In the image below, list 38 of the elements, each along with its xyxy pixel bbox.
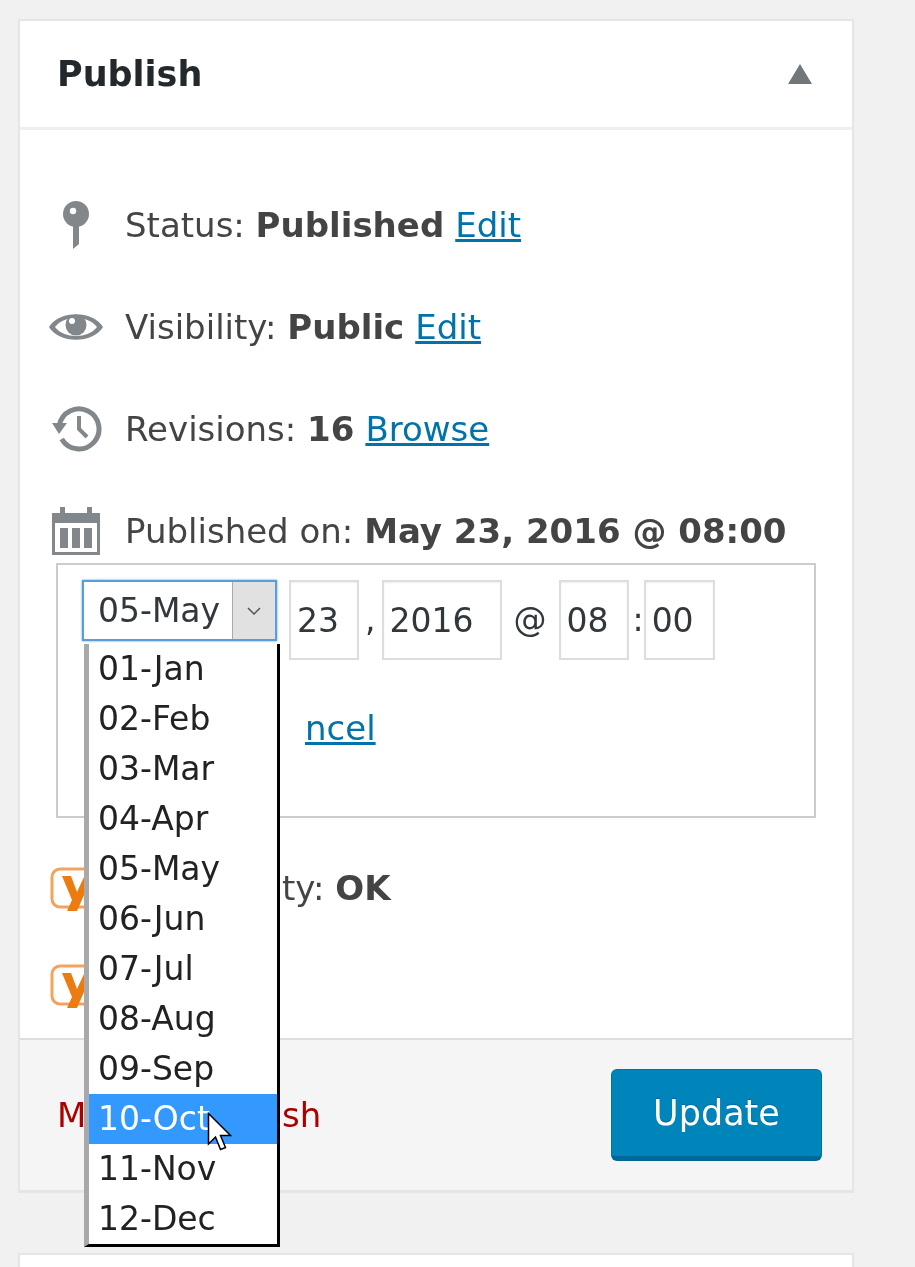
month-option[interactable]: 02-Feb bbox=[89, 694, 277, 744]
month-option[interactable]: 09-Sep bbox=[89, 1044, 277, 1094]
year-field[interactable]: 2016 bbox=[381, 580, 502, 660]
month-option[interactable]: 06-Jun bbox=[89, 894, 277, 944]
caret-icon[interactable] bbox=[788, 64, 812, 84]
panel-title: Publish bbox=[57, 53, 203, 96]
update-button[interactable]: Update bbox=[611, 1069, 822, 1161]
status-text: Status: Published bbox=[125, 204, 445, 247]
logo-icon bbox=[50, 865, 84, 911]
hour-field[interactable]: 08 bbox=[558, 580, 629, 660]
browse-link[interactable]: Browse bbox=[365, 407, 490, 451]
month-select[interactable]: 05-May bbox=[82, 580, 277, 641]
month-option[interactable]: 07-Jul bbox=[89, 944, 277, 994]
month-option[interactable]: 08-Aug bbox=[89, 994, 277, 1044]
date-separator: , bbox=[365, 599, 376, 641]
calendar-icon bbox=[52, 507, 100, 555]
cancel-link[interactable]: ncel bbox=[305, 706, 376, 750]
edit-link[interactable]: Edit bbox=[415, 305, 482, 349]
chevron-icon bbox=[232, 582, 275, 639]
edit-link[interactable]: Edit bbox=[455, 203, 522, 247]
analysis-text: ty: OK bbox=[282, 867, 393, 910]
month-option[interactable]: 01-Jan bbox=[89, 644, 277, 694]
logo-icon bbox=[50, 962, 84, 1008]
trash-link[interactable]: sh bbox=[282, 1093, 322, 1137]
date-separator: : bbox=[632, 599, 644, 641]
month-option[interactable]: 03-Mar bbox=[89, 744, 277, 794]
visibility-text: Visibility: Public bbox=[125, 306, 405, 349]
revisions-text: Revisions: 16 bbox=[125, 408, 355, 451]
day-field[interactable]: 23 bbox=[289, 580, 359, 660]
date-separator: @ bbox=[513, 599, 547, 641]
pin-icon bbox=[61, 201, 91, 249]
publish-date-text: Published on: May 23, 2016 @ 08:00 bbox=[125, 510, 787, 553]
month-option[interactable]: 04-Apr bbox=[89, 794, 277, 844]
minute-field[interactable]: 00 bbox=[643, 580, 715, 660]
month-option[interactable]: 11-Nov bbox=[89, 1144, 277, 1194]
month-option[interactable]: 05-May bbox=[89, 844, 277, 894]
history-icon bbox=[50, 406, 102, 452]
month-option[interactable]: 12-Dec bbox=[89, 1194, 277, 1244]
